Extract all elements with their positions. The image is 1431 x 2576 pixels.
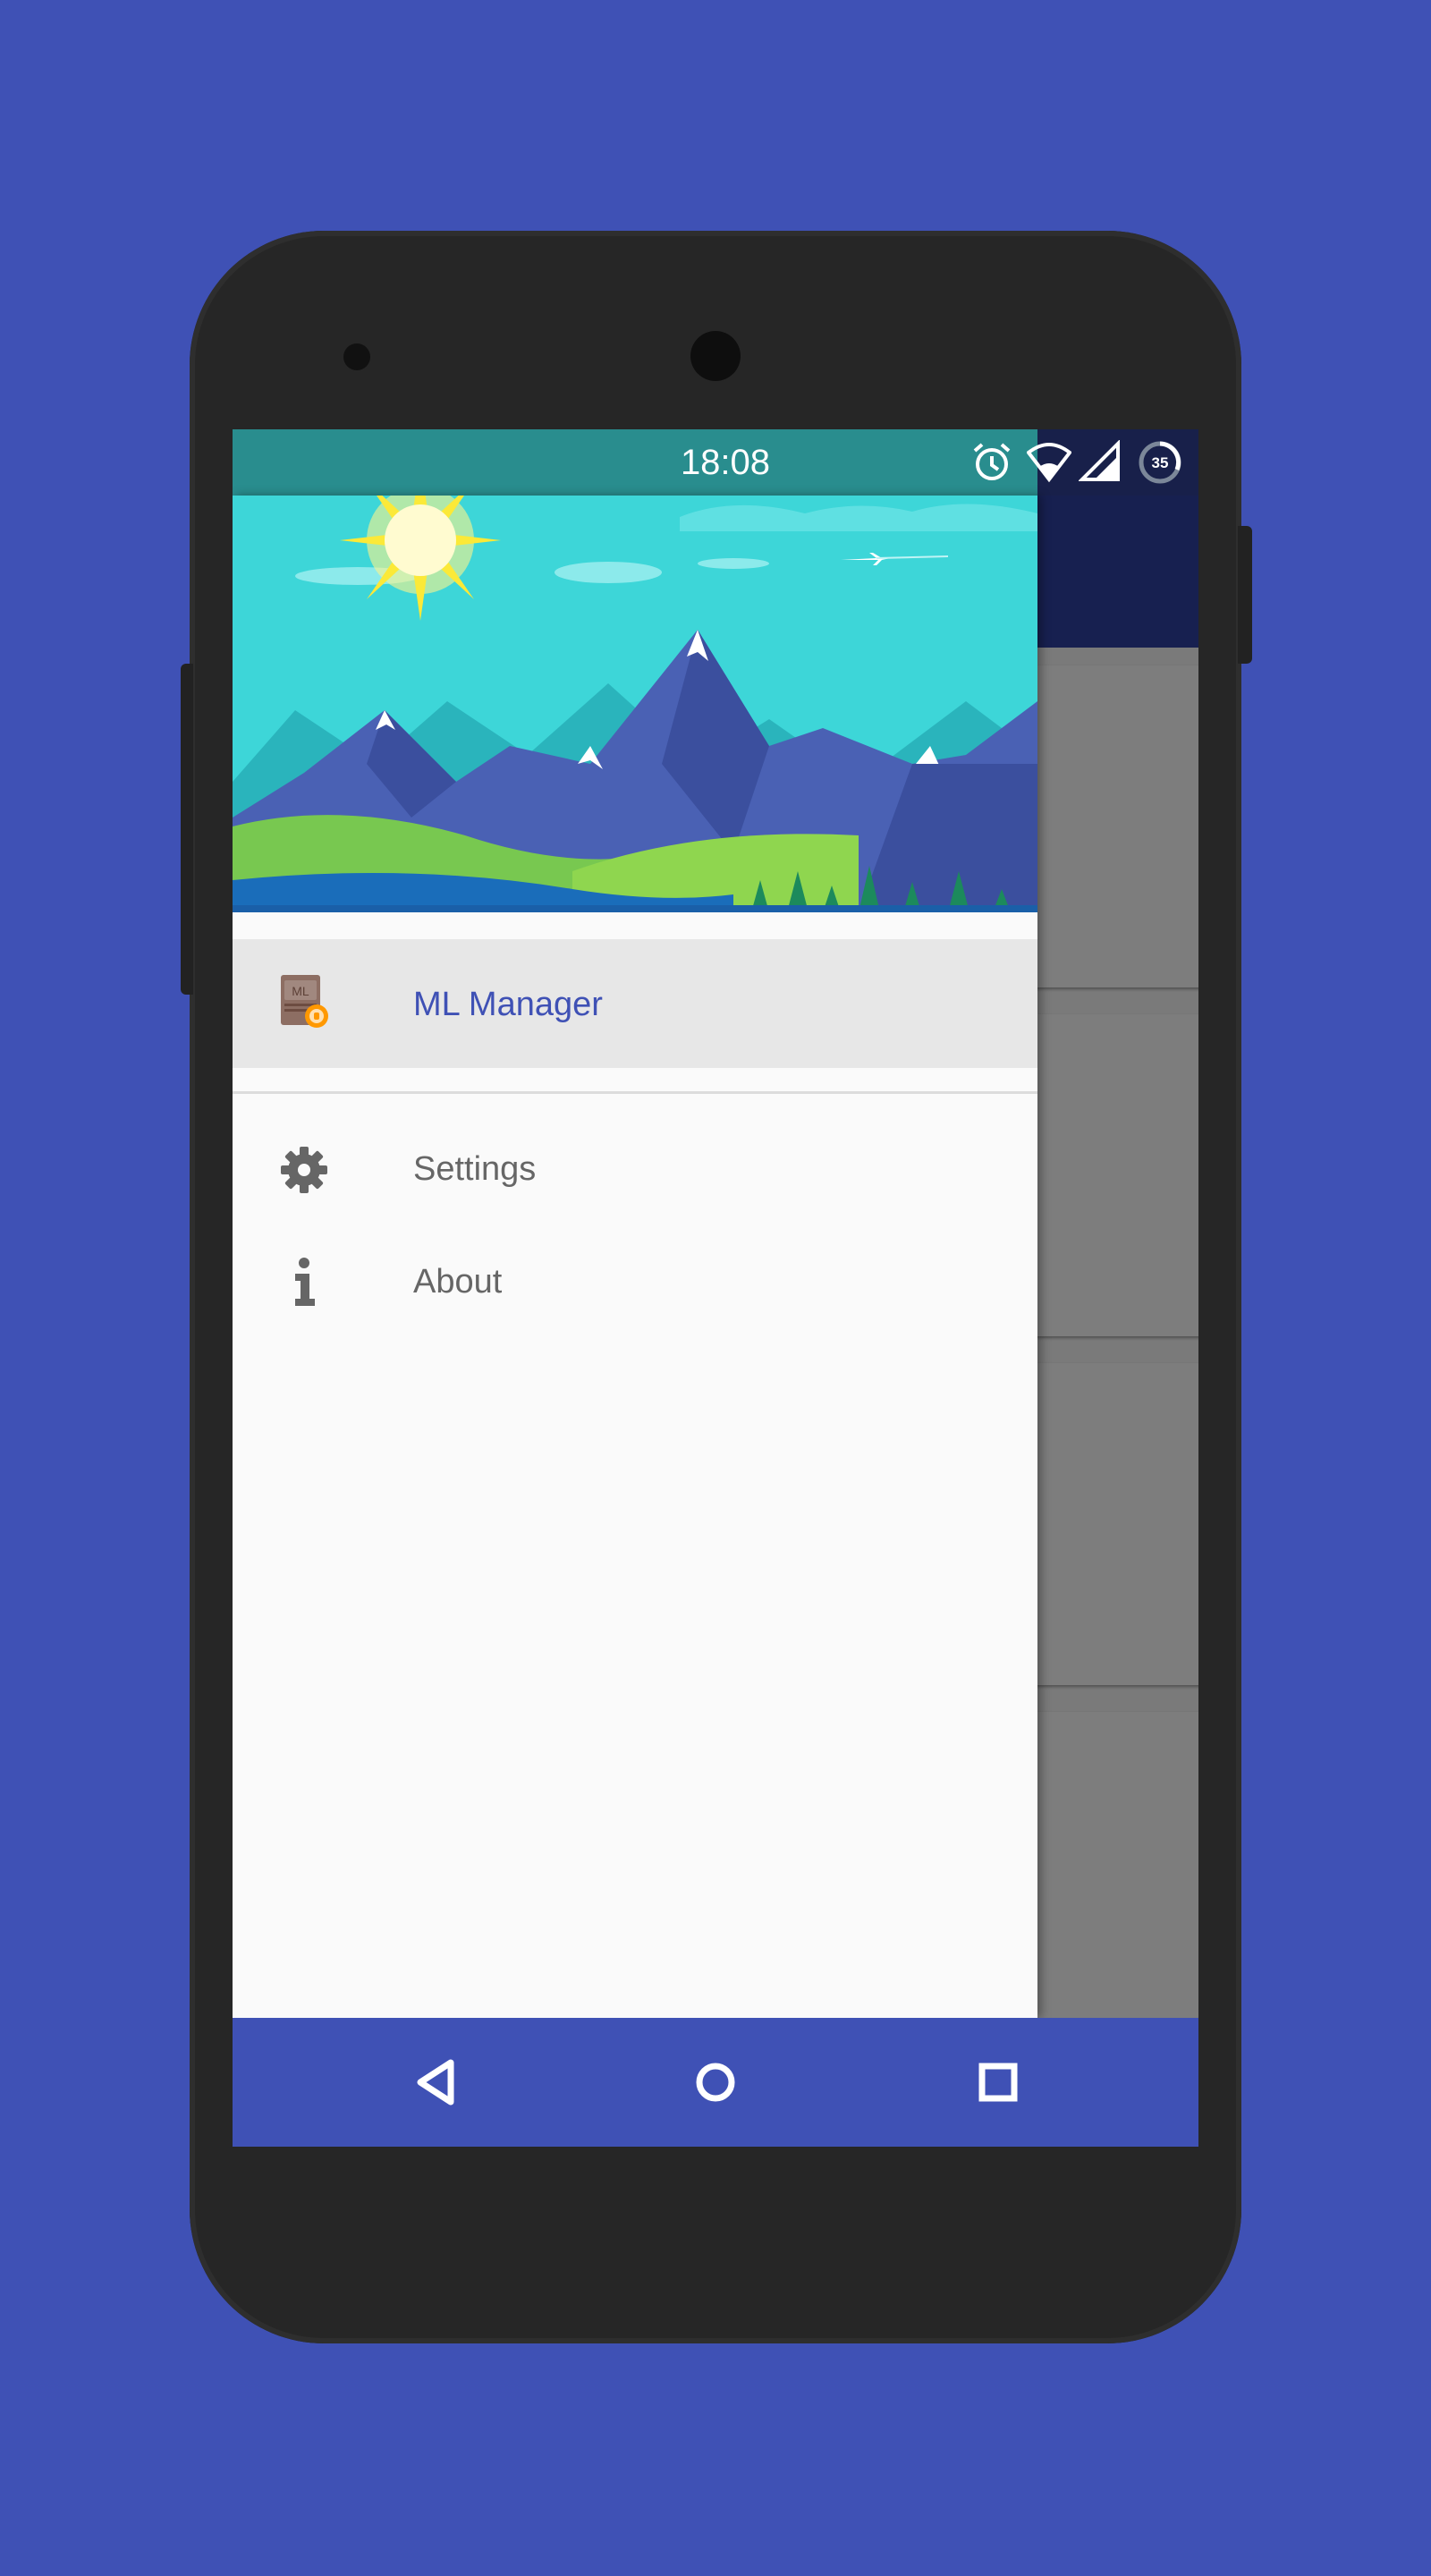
info-icon <box>295 1258 315 1306</box>
back-icon[interactable] <box>411 2055 465 2109</box>
navigation-bar <box>233 2018 1198 2147</box>
wifi-icon <box>1027 443 1071 483</box>
gear-icon <box>281 1147 327 1193</box>
drawer-item-label: ML Manager <box>413 986 603 1023</box>
drawer-item-ml-manager[interactable]: ML ML Manager <box>233 939 1037 1068</box>
proximity-sensor <box>343 343 370 370</box>
drawer-item-about[interactable]: About <box>233 1233 1037 1333</box>
drawer-item-settings[interactable]: Settings <box>233 1120 1037 1220</box>
app-card[interactable] <box>1020 665 1198 987</box>
home-icon[interactable] <box>689 2055 742 2109</box>
signal-icon <box>1079 440 1120 481</box>
app-card[interactable]: − × + = <box>1020 1363 1198 1685</box>
status-time: 18:08 <box>680 443 771 482</box>
drawer-header-image <box>233 496 1037 912</box>
app-card[interactable]: 31 <box>1020 1712 1198 2034</box>
drawer-item-label: About <box>413 1263 503 1301</box>
alarm-icon <box>973 443 1011 480</box>
app-card[interactable] <box>1020 1014 1198 1336</box>
drawer-item-label: Settings <box>413 1150 537 1188</box>
power-button <box>1238 526 1252 664</box>
battery-icon: 35 <box>1139 441 1181 484</box>
screen: − × + = 31 18:08 35 ML ML Manager Settin… <box>233 429 1198 2147</box>
front-camera <box>690 331 741 381</box>
svg-text:ML: ML <box>292 984 309 998</box>
svg-text:35: 35 <box>1152 454 1169 471</box>
landscape-illustration <box>233 496 1037 912</box>
status-bar: 18:08 35 <box>233 429 1198 496</box>
drawer-divider <box>233 1091 1037 1094</box>
ml-manager-app-icon: ML <box>281 975 328 1028</box>
recents-icon[interactable] <box>971 2055 1025 2109</box>
volume-button <box>181 664 193 995</box>
